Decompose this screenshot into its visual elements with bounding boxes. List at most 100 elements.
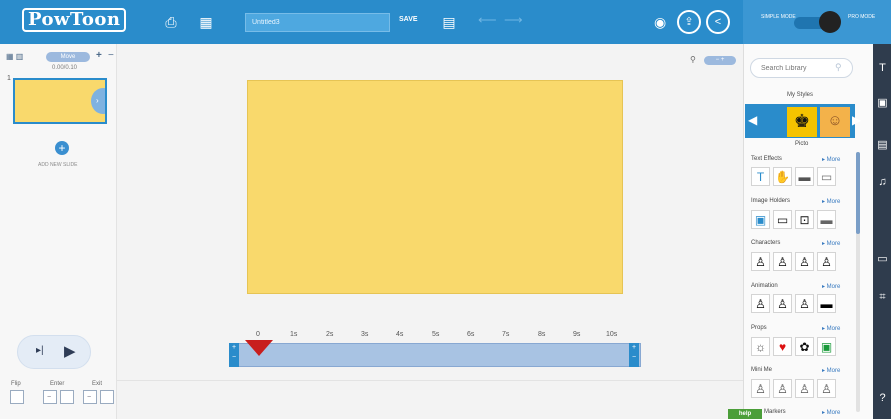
carousel-right-icon[interactable]: ▶	[852, 113, 861, 127]
animation-item[interactable]: ▬	[817, 294, 836, 313]
playhead-marker[interactable]	[245, 340, 273, 356]
image-holder-item[interactable]: ▭	[773, 210, 792, 229]
library-scroll-thumb[interactable]	[856, 152, 860, 234]
remove-slide-button[interactable]: −	[108, 50, 114, 61]
image-tool-icon[interactable]: ▣	[877, 96, 888, 109]
more-link[interactable]: ▸ More	[822, 283, 840, 290]
enter-minus-icon: −	[47, 394, 52, 401]
more-link[interactable]: ▸ More	[822, 367, 840, 374]
help-question-icon[interactable]: ?	[877, 392, 888, 404]
more-link[interactable]: ▸ More	[822, 409, 840, 416]
section-title: Characters	[751, 240, 781, 246]
tick-label: 6s	[467, 331, 475, 338]
mini-me-item[interactable]: ♙	[773, 379, 792, 398]
image-holder-item[interactable]: ▬	[817, 210, 836, 229]
text-tool-icon[interactable]: T	[877, 62, 888, 74]
play-step-icon[interactable]: ▸|	[36, 345, 44, 356]
more-link[interactable]: ▸ More	[822, 198, 840, 205]
props-row: ☼ ♥ ✿ ▣	[751, 337, 851, 357]
my-styles-label: My Styles	[787, 92, 814, 98]
share-icon[interactable]: <	[706, 10, 730, 34]
section-title: Animation	[751, 283, 778, 289]
slide-thumbnail[interactable]: ›	[13, 78, 107, 124]
mini-me-item[interactable]: ♙	[751, 379, 770, 398]
slide-move-button[interactable]: Move	[46, 52, 90, 62]
slide-handle-icon[interactable]: ›	[91, 88, 105, 114]
search-icon[interactable]: ⚲	[835, 62, 842, 73]
image-holder-item[interactable]: ⊡	[795, 210, 814, 229]
tick-label: 7s	[502, 331, 510, 338]
text-effect-item[interactable]: ▭	[817, 167, 836, 186]
tick-label: 5s	[432, 331, 440, 338]
zoom-buttons[interactable]: − +	[704, 56, 736, 65]
text-effect-item[interactable]: T	[751, 167, 770, 186]
flip-box[interactable]	[10, 390, 24, 404]
grid-tool-icon[interactable]: ⌗	[877, 291, 888, 304]
library-panel	[743, 44, 873, 419]
save-button[interactable]: SAVE	[399, 16, 418, 23]
text-effect-item[interactable]: ▬	[795, 167, 814, 186]
character-item[interactable]: ♙	[795, 252, 814, 271]
lightbulb-icon[interactable]: ☼	[751, 337, 770, 356]
tick-label: 4s	[396, 331, 404, 338]
redo-icon[interactable]: ⟶	[504, 12, 523, 28]
flower-icon[interactable]: ✿	[795, 337, 814, 356]
animation-item[interactable]: ♙	[751, 294, 770, 313]
publish-icon[interactable]: ⇪	[677, 10, 701, 34]
character-item[interactable]: ♙	[817, 252, 836, 271]
animation-item[interactable]: ♙	[795, 294, 814, 313]
export-icon[interactable]: ▤	[440, 13, 458, 31]
simple-mode-label[interactable]: SIMPLE MODE	[761, 14, 796, 21]
background-tool-icon[interactable]: ▤	[877, 138, 888, 151]
help-button[interactable]: help	[728, 409, 762, 419]
title-field[interactable]	[245, 13, 390, 32]
add-slide-icon[interactable]: +	[55, 141, 69, 155]
more-link[interactable]: ▸ More	[822, 325, 840, 332]
pro-mode-label[interactable]: PRO MODE	[848, 14, 875, 21]
add-new-slide-label[interactable]: ADD NEW SLIDE	[38, 162, 77, 168]
enter-effect-box[interactable]	[60, 390, 74, 404]
eye-icon[interactable]: ◉	[654, 14, 666, 31]
mini-me-item[interactable]: ♙	[817, 379, 836, 398]
style-picto-tile[interactable]: ♚	[787, 107, 817, 137]
slides-icon[interactable]: ▦	[197, 13, 215, 31]
timeline-right-controls[interactable]: + −	[629, 343, 639, 367]
timeline-bar[interactable]	[229, 343, 641, 367]
powtoon-logo[interactable]: PowToon	[22, 8, 127, 34]
undo-icon[interactable]: ⟵	[478, 12, 497, 28]
text-effect-item[interactable]: ✋	[773, 167, 792, 186]
slide-view-icons[interactable]: ▦ ▥	[6, 52, 42, 62]
tick-label: 3s	[361, 331, 369, 338]
tick-label: 2s	[326, 331, 334, 338]
style-people-tile[interactable]: ☺	[820, 107, 850, 137]
tick-label: 0	[256, 331, 260, 338]
music-tool-icon[interactable]: ♫	[877, 176, 888, 188]
image-holder-item[interactable]: ▣	[751, 210, 770, 229]
tick-label: 8s	[538, 331, 546, 338]
tick-label: 1s	[290, 331, 298, 338]
more-link[interactable]: ▸ More	[822, 240, 840, 247]
document-icon[interactable]: ⎙	[162, 13, 180, 31]
characters-row: ♙ ♙ ♙ ♙	[751, 252, 851, 272]
heart-icon[interactable]: ♥	[773, 337, 792, 356]
character-item[interactable]: ♙	[773, 252, 792, 271]
tick-label: 9s	[573, 331, 581, 338]
more-link[interactable]: ▸ More	[822, 156, 840, 163]
zoom-icon[interactable]: ⚲	[690, 55, 696, 64]
money-icon[interactable]: ▣	[817, 337, 836, 356]
divider	[117, 380, 743, 381]
animation-item[interactable]: ♙	[773, 294, 792, 313]
mini-me-row: ♙ ♙ ♙ ♙	[751, 379, 851, 399]
shape-tool-icon[interactable]: ▭	[877, 252, 888, 265]
slide-canvas[interactable]	[247, 80, 623, 294]
mode-toggle-knob[interactable]	[819, 11, 841, 33]
add-slide-plus-button[interactable]: +	[96, 50, 102, 61]
character-item[interactable]: ♙	[751, 252, 770, 271]
exit-minus-icon: −	[87, 394, 92, 401]
mini-me-item[interactable]: ♙	[795, 379, 814, 398]
enter-label: Enter	[50, 381, 65, 387]
carousel-left-icon[interactable]: ◀	[748, 113, 757, 127]
timeline-left-controls[interactable]: + −	[229, 343, 239, 367]
play-icon[interactable]: ▶	[64, 342, 76, 360]
exit-effect-box[interactable]	[100, 390, 114, 404]
